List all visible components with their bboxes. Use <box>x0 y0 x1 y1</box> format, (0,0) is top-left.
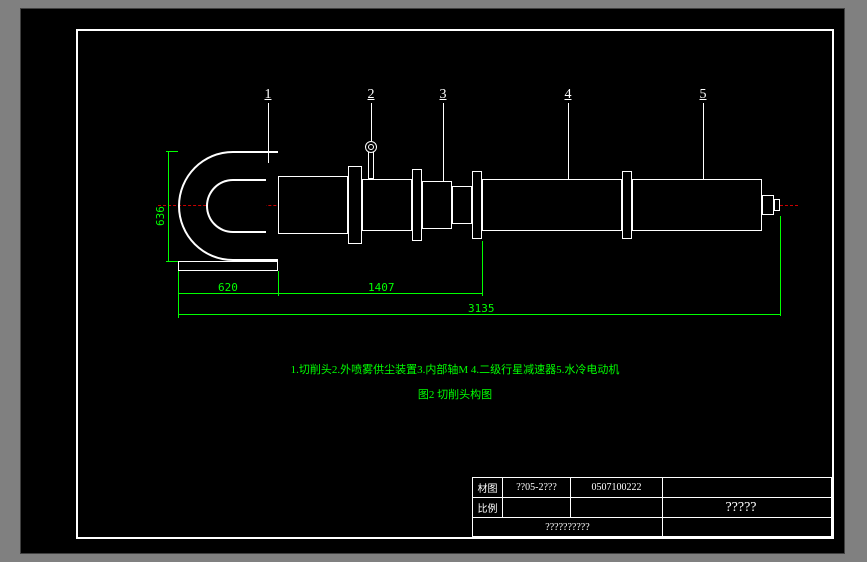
reducer-body <box>482 179 622 231</box>
tb-val-material: ??05-2??? <box>503 478 571 497</box>
title-block: 材图 ??05-2??? 0507100222 比例 ?????????? ??… <box>472 477 832 537</box>
leader-num-3: 3 <box>433 87 453 103</box>
leader-line-1 <box>268 103 269 163</box>
dim-dia-bot-tick <box>166 261 178 262</box>
shaft-seg-d <box>452 186 472 224</box>
flange-2 <box>412 169 422 241</box>
leader-line-3 <box>443 103 444 181</box>
motor-body <box>632 179 762 231</box>
shaft-seg-b <box>362 179 412 231</box>
dim-1407-text: 1407 <box>368 281 395 294</box>
tb-drawing-number: 0507100222 <box>571 478 663 497</box>
leader-num-5: 5 <box>693 87 713 103</box>
dim-3135-text: 3135 <box>468 302 495 315</box>
tb-val-scale <box>503 498 571 517</box>
dim-620-text: 620 <box>218 281 238 294</box>
tb-label-scale: 比例 <box>473 498 503 517</box>
tb-bottom-text: ?????????? <box>473 518 663 537</box>
sprayer-nozzle-inner <box>368 144 374 150</box>
dim-3135-ext-r <box>780 216 781 316</box>
leader-num-1: 1 <box>258 87 278 103</box>
dim-dia-line <box>168 151 169 261</box>
leader-line-4 <box>568 103 569 179</box>
shaft-seg-c <box>422 181 452 229</box>
parts-list-caption: 1.切削头2.外喷雾供尘装置3.内部轴M 4.二级行星减速器5.水冷电动机 <box>78 361 832 377</box>
shaft-seg-a <box>278 176 348 234</box>
tb-empty-1 <box>571 498 663 517</box>
flange-1 <box>348 166 362 244</box>
motor-end-tip <box>774 199 780 211</box>
cad-window: 1 2 3 4 5 636 620 1407 <box>20 8 845 554</box>
leader-num-2: 2 <box>361 87 381 103</box>
sprayer-stem <box>368 151 374 179</box>
leader-num-4: 4 <box>558 87 578 103</box>
flange-4 <box>622 171 632 239</box>
drawing-border: 1 2 3 4 5 636 620 1407 <box>76 29 834 539</box>
leader-line-5 <box>703 103 704 179</box>
dim-dia-text: 636 <box>154 206 167 226</box>
tb-label-material: 材图 <box>473 478 503 497</box>
motor-end-small <box>762 195 774 215</box>
figure-title: 图2 切削头构图 <box>78 386 832 402</box>
leader-line-2 <box>371 103 372 141</box>
dim-1407-ext-r <box>482 241 483 296</box>
cutting-head-base <box>178 261 278 271</box>
drawing-title: ????? <box>671 488 811 528</box>
canvas[interactable]: 1 2 3 4 5 636 620 1407 <box>78 31 832 537</box>
flange-3 <box>472 171 482 239</box>
cutting-head-inner <box>206 179 266 233</box>
